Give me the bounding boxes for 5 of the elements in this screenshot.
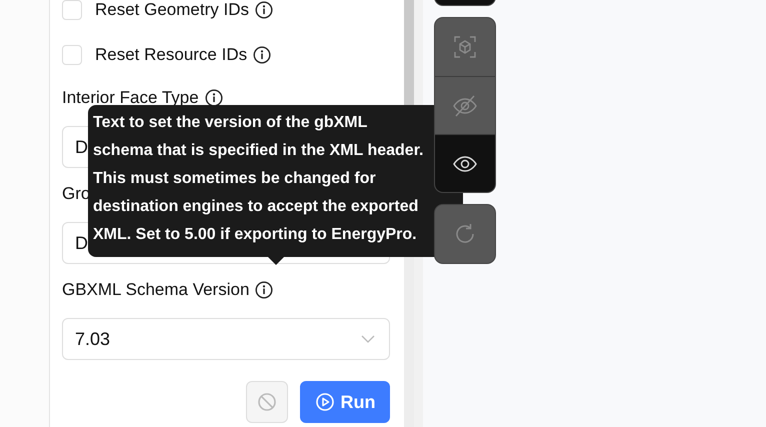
tooltip: Text to set the version of the gbXML schema that is specified in the XML header. This must sometimes be changed for destination engines to accept the exported XML. Set to 5.00 if exporting to EnergyPro. — [88, 105, 463, 257]
field-label: Interior Face Type — [62, 88, 199, 108]
field-label: GBXML Schema Version — [62, 280, 250, 300]
checkbox-label: Reset Resource IDs — [95, 45, 248, 65]
checkbox-label: Reset Geometry IDs — [95, 0, 249, 20]
